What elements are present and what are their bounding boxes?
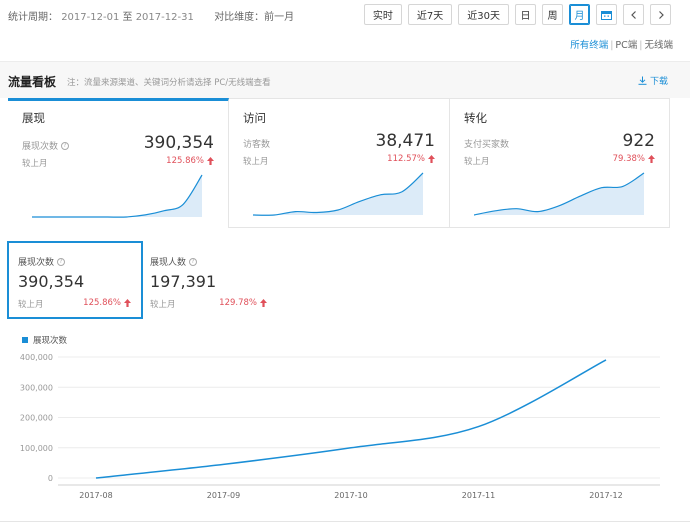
- terminal-pc-link[interactable]: PC端: [615, 40, 637, 51]
- period-to: 至: [122, 12, 133, 23]
- chevron-right-icon: [658, 10, 664, 19]
- card-metric-label: 展现次数: [22, 142, 59, 152]
- y-tick-label: 0: [48, 474, 53, 483]
- range-realtime-button[interactable]: 实时: [363, 4, 402, 25]
- chevron-left-icon: [630, 10, 636, 19]
- help-icon[interactable]: ?: [189, 257, 198, 266]
- card-title: 展现: [22, 111, 45, 125]
- period-info: 统计周期： 2017-12-01 至 2017-12-31 对比维度：前一月: [8, 8, 294, 23]
- arrow-up-icon: [260, 299, 267, 307]
- card-title: 访问: [243, 111, 266, 125]
- card-pct: 79.38%: [612, 154, 645, 164]
- help-icon[interactable]: ?: [61, 141, 70, 150]
- next-period-button[interactable]: [650, 4, 671, 25]
- card-metric-label: 支付买家数: [464, 140, 510, 150]
- x-tick-label: 2017-09: [207, 491, 240, 500]
- calendar-icon: [601, 10, 612, 20]
- top-bar: 统计周期： 2017-12-01 至 2017-12-31 对比维度：前一月 实…: [0, 0, 690, 60]
- metric-cards: 展现 展现次数? 390,354 较上月 125.86% 访问 访客数 38,4…: [8, 98, 670, 228]
- y-tick-label: 200,000: [20, 414, 53, 423]
- card-visits[interactable]: 访问 访客数 38,471 较上月 112.57%: [229, 98, 450, 228]
- panel-note: 注：流量来源渠道、关键词分析请选择 PC/无线端查看: [67, 78, 271, 88]
- help-icon[interactable]: ?: [57, 257, 66, 266]
- series-line: [95, 359, 607, 479]
- divider: [0, 521, 690, 522]
- card-compare: 较上月: [22, 159, 48, 169]
- impressions-line-chart: 400,000 300,000 200,000 100,000 0 2017-08 2017…: [20, 353, 660, 500]
- arrow-up-icon: [207, 157, 214, 165]
- arrow-up-icon: [124, 299, 131, 307]
- sparkline-impressions: [32, 174, 203, 218]
- sub-metric-compare: 较上月: [150, 300, 176, 310]
- card-conversion[interactable]: 转化 支付买家数 922 较上月 79.38%: [450, 98, 670, 228]
- download-button[interactable]: 下载: [638, 74, 668, 87]
- x-tick-label: 2017-11: [462, 491, 495, 500]
- card-title: 转化: [464, 111, 487, 125]
- range-buttons: 实时 近7天 近30天 日 周 月: [363, 4, 671, 25]
- sub-metric-label: 展现次数: [18, 258, 55, 268]
- card-pct: 112.57%: [387, 154, 425, 164]
- panel-title: 流量看板: [8, 75, 57, 89]
- period-start: 2017-12-01: [61, 12, 120, 23]
- sub-metric-pct: 129.78%: [219, 298, 257, 308]
- sub-metric-impressions[interactable]: 展现次数? 390,354 较上月 125.86%: [7, 241, 143, 319]
- sub-metric-value: 390,354: [18, 272, 85, 291]
- sparkline-area: [253, 173, 423, 216]
- range-7days-button[interactable]: 近7天: [407, 4, 453, 25]
- card-impressions[interactable]: 展现 展现次数? 390,354 较上月 125.86%: [8, 98, 229, 228]
- download-icon: [638, 76, 647, 85]
- period-end: 2017-12-31: [135, 12, 194, 23]
- y-tick-label: 100,000: [20, 444, 53, 453]
- sparkline-area: [474, 173, 644, 215]
- range-month-button[interactable]: 月: [569, 4, 590, 25]
- card-value: 922: [622, 131, 655, 151]
- sparkline-area: [32, 175, 202, 218]
- range-week-button[interactable]: 周: [542, 4, 563, 25]
- compare-dimension: 对比维度：前一月: [214, 12, 295, 23]
- card-compare: 较上月: [243, 157, 269, 167]
- x-tick-label: 2017-12: [589, 491, 622, 500]
- sub-metric-label: 展现人数: [150, 258, 187, 268]
- calendar-button[interactable]: [596, 4, 617, 25]
- y-tick-label: 300,000: [20, 383, 53, 392]
- x-tick-label: 2017-10: [334, 491, 367, 500]
- card-pct: 125.86%: [166, 156, 204, 166]
- terminal-all-link[interactable]: 所有终端: [570, 40, 608, 51]
- card-value: 38,471: [375, 131, 435, 151]
- sub-metric-pct: 125.86%: [83, 298, 121, 308]
- sub-metric-compare: 较上月: [18, 300, 44, 310]
- x-tick-label: 2017-08: [79, 491, 112, 500]
- prev-period-button[interactable]: [623, 4, 644, 25]
- download-label: 下载: [649, 77, 668, 87]
- card-value: 390,354: [143, 133, 214, 153]
- sparkline-visits: [253, 172, 424, 216]
- card-compare: 较上月: [464, 157, 490, 167]
- sparkline-conversion: [474, 172, 645, 216]
- card-metric-label: 访客数: [243, 140, 271, 150]
- arrow-up-icon: [428, 155, 435, 163]
- y-tick-label: 400,000: [20, 353, 53, 362]
- terminal-wireless-link[interactable]: 无线端: [644, 40, 673, 51]
- arrow-up-icon: [648, 155, 655, 163]
- range-day-button[interactable]: 日: [515, 4, 536, 25]
- terminal-switch: 所有终端 | PC端 | 无线端: [570, 40, 673, 51]
- period-label: 统计周期：: [8, 12, 58, 23]
- range-30days-button[interactable]: 近30天: [458, 4, 509, 25]
- sub-metric-visitors[interactable]: 展现人数? 197,391 较上月 129.78%: [147, 241, 277, 319]
- sub-metric-value: 197,391: [150, 272, 217, 291]
- traffic-board-header: 流量看板 注：流量来源渠道、关键词分析请选择 PC/无线端查看 下载: [0, 61, 690, 98]
